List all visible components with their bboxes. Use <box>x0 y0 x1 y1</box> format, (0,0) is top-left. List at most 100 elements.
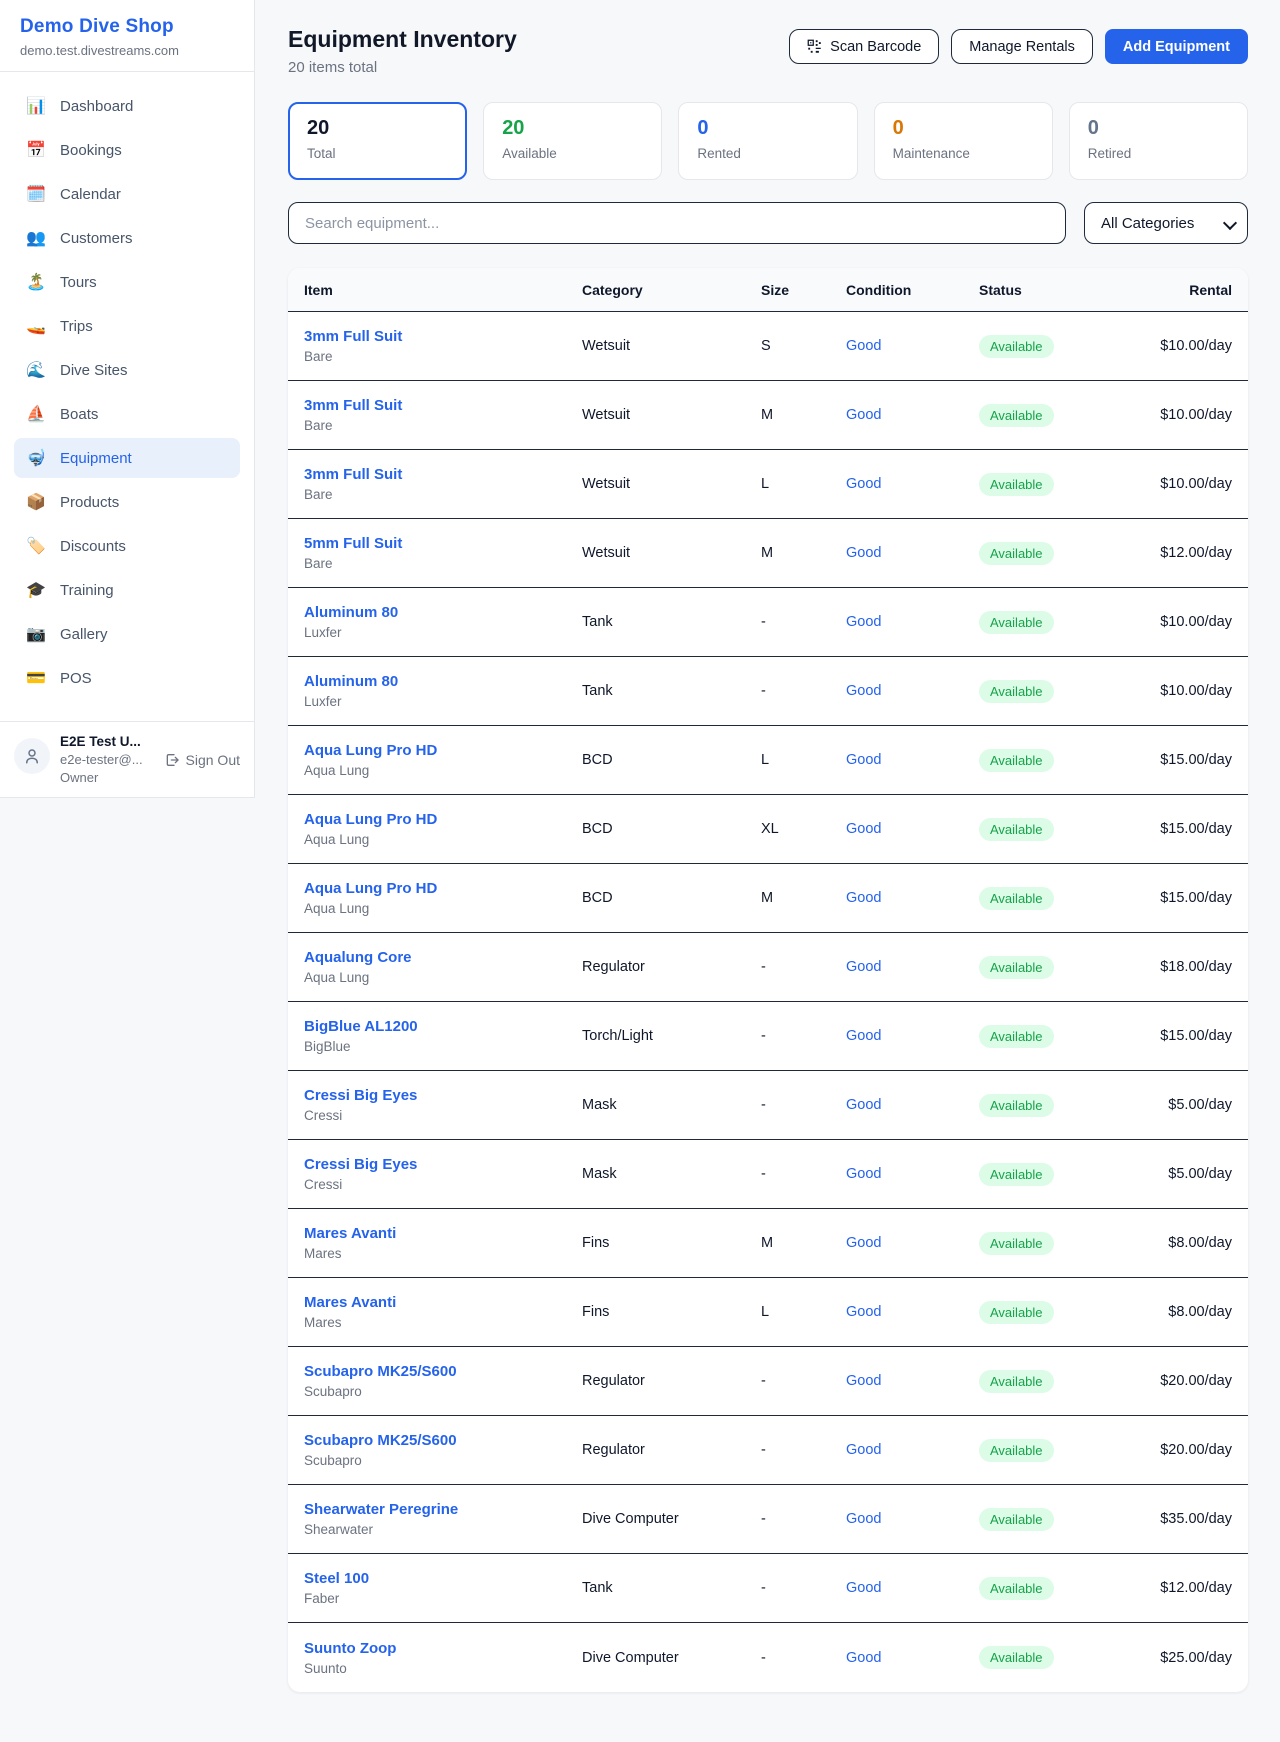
category-cell: Wetsuit <box>582 407 761 423</box>
sidebar-item-gallery[interactable]: 📷 Gallery <box>14 614 240 654</box>
item-name-link[interactable]: Cressi Big Eyes <box>304 1156 582 1173</box>
sidebar-item-boats[interactable]: ⛵ Boats <box>14 394 240 434</box>
item-name-link[interactable]: Aqua Lung Pro HD <box>304 880 582 897</box>
item-name-link[interactable]: Aqualung Core <box>304 949 582 966</box>
stats-row: 20 Total 20 Available 0 Rented 0 Mainten… <box>288 102 1248 180</box>
condition-link[interactable]: Good <box>846 1511 881 1527</box>
stat-value: 20 <box>502 117 643 140</box>
sidebar-item-products[interactable]: 📦 Products <box>14 482 240 522</box>
scan-barcode-button[interactable]: Scan Barcode <box>789 29 939 64</box>
stat-card-total[interactable]: 20 Total <box>288 102 467 180</box>
sidebar-item-label: Dive Sites <box>60 362 128 379</box>
category-select[interactable]: All Categories <box>1084 202 1248 244</box>
item-name-link[interactable]: Aluminum 80 <box>304 604 582 621</box>
condition-link[interactable]: Good <box>846 890 881 906</box>
condition-link[interactable]: Good <box>846 407 881 423</box>
item-name-link[interactable]: Mares Avanti <box>304 1294 582 1311</box>
condition-link[interactable]: Good <box>846 752 881 768</box>
sidebar-item-bookings[interactable]: 📅 Bookings <box>14 130 240 170</box>
condition-link[interactable]: Good <box>846 1235 881 1251</box>
size-cell: M <box>761 890 846 906</box>
category-cell: Wetsuit <box>582 545 761 561</box>
item-name-link[interactable]: 5mm Full Suit <box>304 535 582 552</box>
condition-link[interactable]: Good <box>846 1166 881 1182</box>
category-cell: Mask <box>582 1097 761 1113</box>
size-cell: - <box>761 1511 846 1527</box>
item-name-link[interactable]: Suunto Zoop <box>304 1640 582 1657</box>
status-badge: Available <box>979 611 1054 634</box>
item-name-link[interactable]: Aqua Lung Pro HD <box>304 742 582 759</box>
status-badge: Available <box>979 1301 1054 1324</box>
condition-link[interactable]: Good <box>846 1304 881 1320</box>
sidebar-item-training[interactable]: 🎓 Training <box>14 570 240 610</box>
sidebar-item-calendar[interactable]: 🗓️ Calendar <box>14 174 240 214</box>
size-cell: M <box>761 1235 846 1251</box>
item-name-link[interactable]: Aqua Lung Pro HD <box>304 811 582 828</box>
stat-card-rented[interactable]: 0 Rented <box>678 102 857 180</box>
add-equipment-label: Add Equipment <box>1123 39 1230 55</box>
add-equipment-button[interactable]: Add Equipment <box>1105 29 1248 64</box>
item-name-link[interactable]: 3mm Full Suit <box>304 328 582 345</box>
item-cell: 3mm Full Suit Bare <box>304 397 582 433</box>
condition-link[interactable]: Good <box>846 1650 881 1666</box>
sidebar-item-discounts[interactable]: 🏷️ Discounts <box>14 526 240 566</box>
condition-link[interactable]: Good <box>846 1373 881 1389</box>
item-name-link[interactable]: Shearwater Peregrine <box>304 1501 582 1518</box>
table-row: Mares Avanti Mares Fins L Good Available… <box>288 1278 1248 1347</box>
column-header-category: Category <box>582 282 761 298</box>
condition-link[interactable]: Good <box>846 821 881 837</box>
item-name-link[interactable]: Steel 100 <box>304 1570 582 1587</box>
item-name-link[interactable]: 3mm Full Suit <box>304 397 582 414</box>
search-input[interactable] <box>288 202 1066 244</box>
item-name-link[interactable]: Mares Avanti <box>304 1225 582 1242</box>
condition-link[interactable]: Good <box>846 476 881 492</box>
page-title: Equipment Inventory <box>288 26 517 53</box>
sidebar-item-tours[interactable]: 🏝️ Tours <box>14 262 240 302</box>
sidebar-item-trips[interactable]: 🚤 Trips <box>14 306 240 346</box>
status-badge: Available <box>979 404 1054 427</box>
condition-link[interactable]: Good <box>846 1028 881 1044</box>
item-name-link[interactable]: Scubapro MK25/S600 <box>304 1363 582 1380</box>
sidebar-item-label: Tours <box>60 274 97 291</box>
status-badge: Available <box>979 680 1054 703</box>
table-row: Aqua Lung Pro HD Aqua Lung BCD M Good Av… <box>288 864 1248 933</box>
tours-icon: 🏝️ <box>26 272 46 292</box>
sidebar-item-equipment[interactable]: 🤿 Equipment <box>14 438 240 478</box>
stat-value: 20 <box>307 117 448 140</box>
sidebar-item-customers[interactable]: 👥 Customers <box>14 218 240 258</box>
item-brand: Cressi <box>304 1177 582 1192</box>
item-name-link[interactable]: Scubapro MK25/S600 <box>304 1432 582 1449</box>
item-brand: Scubapro <box>304 1384 582 1399</box>
stat-card-retired[interactable]: 0 Retired <box>1069 102 1248 180</box>
item-name-link[interactable]: Cressi Big Eyes <box>304 1087 582 1104</box>
condition-link[interactable]: Good <box>846 1442 881 1458</box>
manage-rentals-button[interactable]: Manage Rentals <box>951 29 1093 64</box>
item-cell: Cressi Big Eyes Cressi <box>304 1156 582 1192</box>
item-cell: Shearwater Peregrine Shearwater <box>304 1501 582 1537</box>
stat-card-maintenance[interactable]: 0 Maintenance <box>874 102 1053 180</box>
condition-link[interactable]: Good <box>846 545 881 561</box>
condition-link[interactable]: Good <box>846 1097 881 1113</box>
rental-cell: $15.00/day <box>1159 821 1232 837</box>
table-row: Aluminum 80 Luxfer Tank - Good Available… <box>288 657 1248 726</box>
item-cell: Aqua Lung Pro HD Aqua Lung <box>304 742 582 778</box>
item-brand: Bare <box>304 556 582 571</box>
stat-card-available[interactable]: 20 Available <box>483 102 662 180</box>
item-name-link[interactable]: 3mm Full Suit <box>304 466 582 483</box>
condition-link[interactable]: Good <box>846 683 881 699</box>
item-name-link[interactable]: Aluminum 80 <box>304 673 582 690</box>
item-brand: Mares <box>304 1246 582 1261</box>
table-row: Scubapro MK25/S600 Scubapro Regulator - … <box>288 1347 1248 1416</box>
condition-link[interactable]: Good <box>846 614 881 630</box>
sidebar-item-pos[interactable]: 💳 POS <box>14 658 240 698</box>
category-cell: BCD <box>582 821 761 837</box>
category-cell: Regulator <box>582 1442 761 1458</box>
item-name-link[interactable]: BigBlue AL1200 <box>304 1018 582 1035</box>
condition-link[interactable]: Good <box>846 959 881 975</box>
table-row: Suunto Zoop Suunto Dive Computer - Good … <box>288 1623 1248 1692</box>
sidebar-item-dive-sites[interactable]: 🌊 Dive Sites <box>14 350 240 390</box>
sidebar-item-dashboard[interactable]: 📊 Dashboard <box>14 86 240 126</box>
condition-link[interactable]: Good <box>846 1580 881 1596</box>
condition-link[interactable]: Good <box>846 338 881 354</box>
sign-out-button[interactable]: Sign Out <box>164 752 240 768</box>
